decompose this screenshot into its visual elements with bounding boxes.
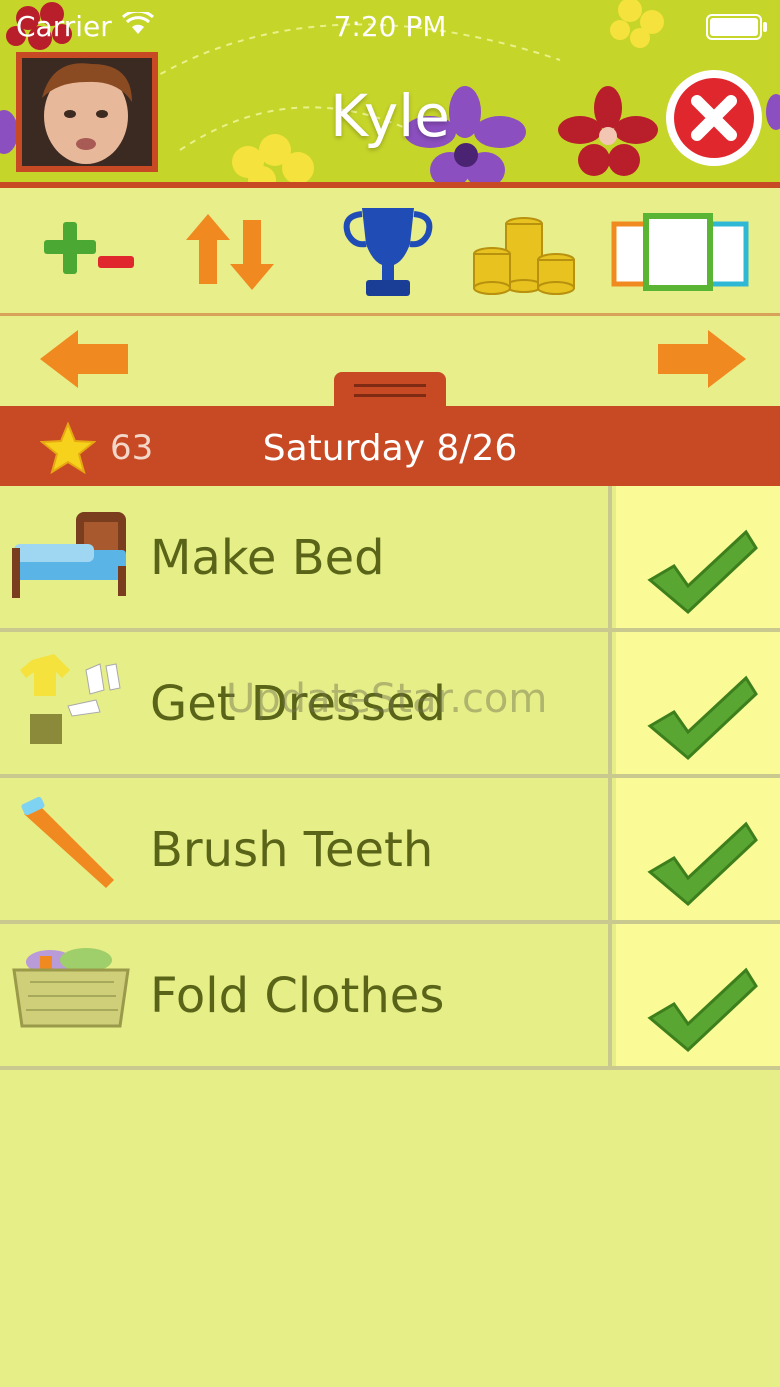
checkmark-icon <box>647 675 758 761</box>
add-remove-button[interactable] <box>44 222 136 286</box>
chore-label: Make Bed <box>150 530 385 586</box>
rewards-button[interactable] <box>342 204 434 304</box>
laundry-basket-icon <box>12 948 130 1028</box>
trophy-icon <box>343 208 433 296</box>
header: Carrier 7:20 PM Kyle <box>0 0 780 188</box>
cards-icon <box>611 213 749 291</box>
toothbrush-icon <box>21 796 114 888</box>
status-bar: Carrier 7:20 PM <box>0 0 780 54</box>
sort-arrows-icon <box>186 214 274 290</box>
toolbar <box>0 188 780 316</box>
chore-row: Fold Clothes <box>0 924 780 1070</box>
arrow-left-icon <box>40 330 128 388</box>
arrow-right-icon <box>658 330 746 388</box>
checkmark-icon <box>647 529 758 615</box>
close-button[interactable] <box>664 68 764 168</box>
next-day-button[interactable] <box>656 330 748 392</box>
date-navigation <box>0 318 780 408</box>
plus-minus-icon <box>44 222 134 274</box>
chore-row: Make Bed <box>0 486 780 632</box>
clothes-icon <box>20 654 121 744</box>
bed-icon <box>12 512 126 598</box>
chore-done-toggle[interactable] <box>616 632 780 774</box>
coins-button[interactable] <box>472 216 578 300</box>
chore-done-toggle[interactable] <box>616 924 780 1066</box>
reorder-button[interactable] <box>186 214 276 294</box>
previous-day-button[interactable] <box>40 330 132 392</box>
cards-button[interactable] <box>610 212 750 296</box>
date-bar: 63 Saturday 8/26 <box>0 406 780 486</box>
drawer-handle[interactable] <box>334 372 446 408</box>
chore-item[interactable]: Fold Clothes <box>0 924 612 1066</box>
chore-row: Brush Teeth <box>0 778 780 924</box>
checkmark-icon <box>647 967 758 1053</box>
chore-item[interactable]: Make Bed <box>0 486 612 628</box>
chore-done-toggle[interactable] <box>616 486 780 628</box>
child-name: Kyle <box>330 82 450 150</box>
chore-label: Brush Teeth <box>150 822 434 878</box>
chore-done-toggle[interactable] <box>616 778 780 920</box>
status-time: 7:20 PM <box>333 10 447 43</box>
chore-item[interactable]: Brush Teeth <box>0 778 612 920</box>
checkmark-icon <box>647 821 758 907</box>
close-icon <box>666 70 762 166</box>
battery-icon <box>706 14 767 40</box>
chore-label: Fold Clothes <box>150 968 445 1024</box>
watermark: UpdateStar.com <box>226 676 548 722</box>
coins-icon <box>473 217 575 295</box>
chore-list: Make Bed Get Dressed Brush Teeth Fold Cl… <box>0 486 780 1070</box>
current-date: Saturday 8/26 <box>262 428 518 469</box>
